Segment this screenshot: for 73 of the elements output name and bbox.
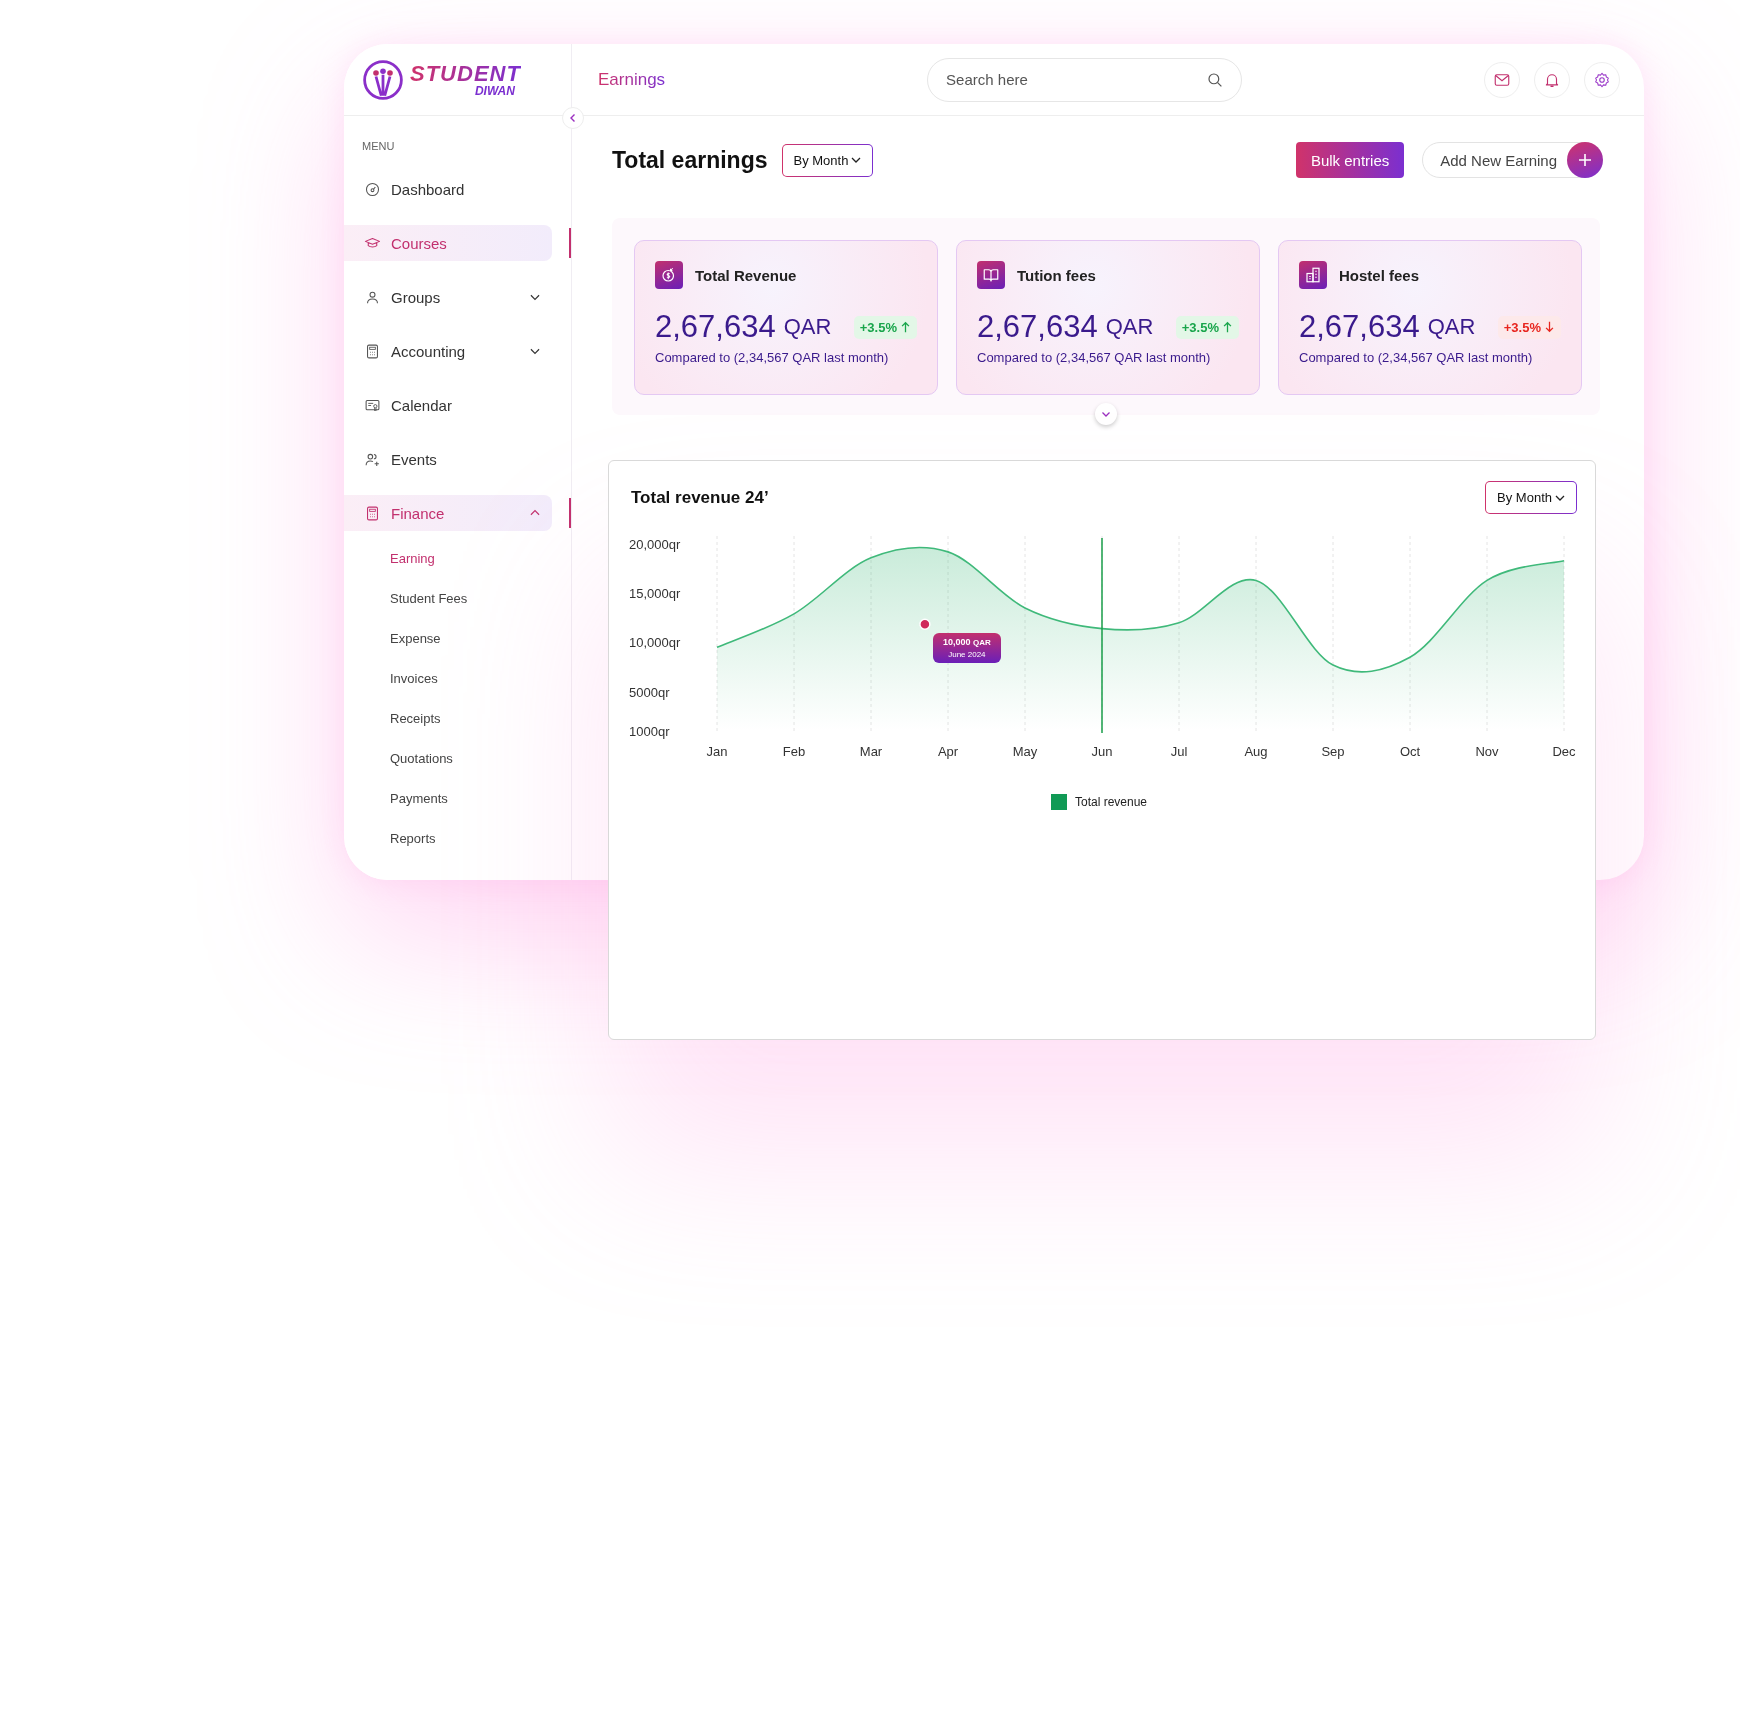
submenu-item[interactable]: Student Fees	[390, 591, 468, 606]
chevron-down-icon	[1101, 409, 1111, 419]
submenu-item[interactable]: Receipts	[390, 711, 441, 726]
building-icon	[1299, 261, 1327, 289]
x-axis-label: Oct	[1399, 744, 1421, 759]
logo-icon	[362, 58, 404, 101]
sidebar-item[interactable]: Finance	[344, 495, 552, 531]
sidebar-item[interactable]: Accounting	[344, 333, 552, 369]
chart-title: Total revenue 24’	[631, 487, 769, 508]
submenu-item[interactable]: Expense	[390, 631, 441, 646]
brand-subname: DIWAN	[474, 84, 515, 97]
y-axis-label: 1000qr	[629, 724, 670, 739]
section-title: Total earnings	[612, 146, 768, 174]
x-axis-label: Jan	[706, 744, 728, 759]
submenu-item[interactable]: Quotations	[390, 751, 453, 766]
submenu-item[interactable]: Payments	[390, 791, 448, 806]
x-axis-label: Sep	[1321, 744, 1345, 759]
x-axis-label: Jun	[1091, 744, 1113, 759]
change-badge: +3.5%	[1175, 315, 1239, 339]
menu-heading: MENU	[362, 140, 395, 152]
bulk-entries-button[interactable]: Bulk entries	[1295, 142, 1405, 178]
x-axis-label: Jul	[1170, 744, 1188, 759]
book-icon	[977, 261, 1005, 289]
period-dropdown[interactable]: By Month	[1485, 481, 1577, 514]
currency: QAR	[783, 314, 832, 340]
card-title: Tution fees	[1017, 266, 1096, 284]
search-field[interactable]: Search here	[927, 57, 1243, 102]
gauge-icon	[364, 180, 381, 198]
change-badge: +3.5%	[853, 315, 917, 339]
y-axis-label: 15,000qr	[629, 586, 681, 602]
submenu-item[interactable]: Invoices	[390, 671, 438, 686]
calculator-icon	[364, 504, 381, 522]
add-earning-button[interactable]: Add New Earning	[1422, 142, 1600, 178]
sidebar-item[interactable]: Events	[344, 441, 552, 477]
y-axis-label: 5000qr	[629, 684, 670, 700]
coin-icon	[655, 261, 683, 289]
x-axis-label: Aug	[1244, 744, 1268, 759]
comparison-text: Compared to (2,34,567 QAR last month)	[655, 350, 889, 365]
card-title: Hostel fees	[1339, 266, 1420, 284]
chevron-down-icon	[851, 155, 862, 165]
amount: 2,67,634	[655, 309, 776, 345]
sidebar-item[interactable]: Dashboard	[344, 171, 552, 207]
tooltip: 10,000 QAR June 2024	[932, 633, 1001, 664]
legend-label: Total revenue	[1074, 795, 1147, 809]
hover-marker	[919, 618, 931, 630]
submenu-item[interactable]: Earning	[390, 551, 435, 566]
card-title: Total Revenue	[695, 266, 797, 284]
amount: 2,67,634	[977, 309, 1098, 345]
change-badge: +3.5%	[1497, 315, 1561, 339]
y-axis-label: 20,000qr	[629, 537, 681, 552]
sidebar-item[interactable]: Courses	[344, 225, 552, 261]
expand-button[interactable]	[1095, 403, 1117, 425]
amount: 2,67,634	[1299, 309, 1420, 345]
sidebar-item[interactable]: Groups	[344, 279, 552, 315]
x-axis-label: Nov	[1475, 744, 1499, 759]
period-dropdown[interactable]: By Month	[781, 143, 874, 177]
sidebar-item[interactable]: Calendar	[344, 387, 552, 423]
settings-icon	[1593, 70, 1611, 89]
x-axis-label: Apr	[937, 744, 959, 759]
currency: QAR	[1427, 314, 1476, 340]
x-axis-label: Feb	[782, 744, 806, 759]
x-axis-label: May	[1012, 744, 1038, 759]
x-axis-label: Dec	[1552, 744, 1576, 759]
collapse-button[interactable]	[562, 107, 584, 129]
calculator-icon	[364, 342, 381, 360]
plus-icon	[1567, 142, 1603, 178]
y-axis-label: 10,000qr	[629, 635, 681, 651]
comparison-text: Compared to (2,34,567 QAR last month)	[977, 350, 1211, 365]
submenu-item[interactable]: Reports	[390, 831, 436, 846]
x-axis-label: Mar	[859, 744, 883, 759]
comparison-text: Compared to (2,34,567 QAR last month)	[1299, 350, 1533, 365]
chevron-left-icon	[568, 113, 578, 123]
currency: QAR	[1105, 314, 1154, 340]
